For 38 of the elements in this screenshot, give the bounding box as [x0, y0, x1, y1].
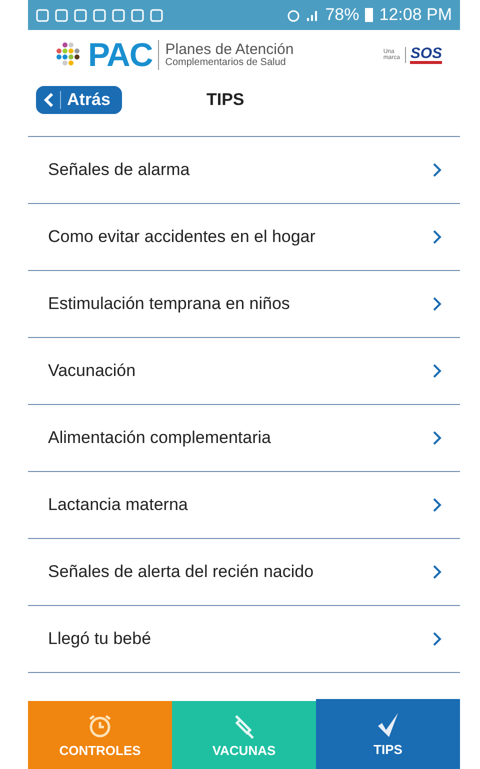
list-item[interactable]: Vacunación	[28, 338, 460, 405]
list-item[interactable]: Como evitar accidentes en el hogar	[28, 204, 460, 271]
logo-tagline: Planes de Atención	[165, 42, 294, 58]
chevron-right-icon	[432, 497, 442, 513]
page-title: TIPS	[206, 90, 244, 110]
notification-icon	[150, 8, 163, 22]
notification-icon	[112, 8, 125, 22]
chevron-right-icon	[432, 229, 442, 245]
clock: 12:08 PM	[379, 5, 452, 25]
brand-logo: SOS	[410, 46, 442, 64]
chevron-right-icon	[432, 296, 442, 312]
list-item[interactable]: Estimulación temprana en niños	[28, 271, 460, 338]
chevron-right-icon	[432, 363, 442, 379]
signal-icon	[306, 8, 320, 22]
list-item[interactable]: Señales de alarma	[28, 137, 460, 204]
list-item[interactable]: Lactancia materna	[28, 472, 460, 539]
notification-icon	[131, 8, 144, 22]
notification-icon	[93, 8, 106, 22]
chevron-right-icon	[432, 430, 442, 446]
chevron-left-icon	[44, 93, 54, 107]
list-item[interactable]: Señales de alerta del recién nacido	[28, 539, 460, 606]
battery-icon	[365, 8, 374, 22]
battery-level: 78%	[325, 5, 360, 25]
notification-icon	[36, 8, 49, 22]
list-item[interactable]: Llegó tu bebé	[28, 606, 460, 673]
chevron-right-icon	[432, 162, 442, 178]
logo-subtagline: Complementarios de Salud	[165, 58, 287, 68]
dots-logo-icon	[56, 42, 82, 68]
alarm-clock-icon	[87, 712, 113, 738]
logo-text: PAC	[88, 36, 152, 74]
chevron-right-icon	[432, 564, 442, 580]
back-button[interactable]: Atrás	[36, 86, 122, 114]
tab[interactable]: TIPS	[316, 699, 460, 769]
notification-icon	[55, 8, 68, 22]
alarm-icon	[287, 8, 300, 22]
list-item[interactable]: Alimentación complementaria	[28, 405, 460, 472]
notification-icon	[74, 8, 87, 22]
chevron-right-icon	[432, 631, 442, 647]
